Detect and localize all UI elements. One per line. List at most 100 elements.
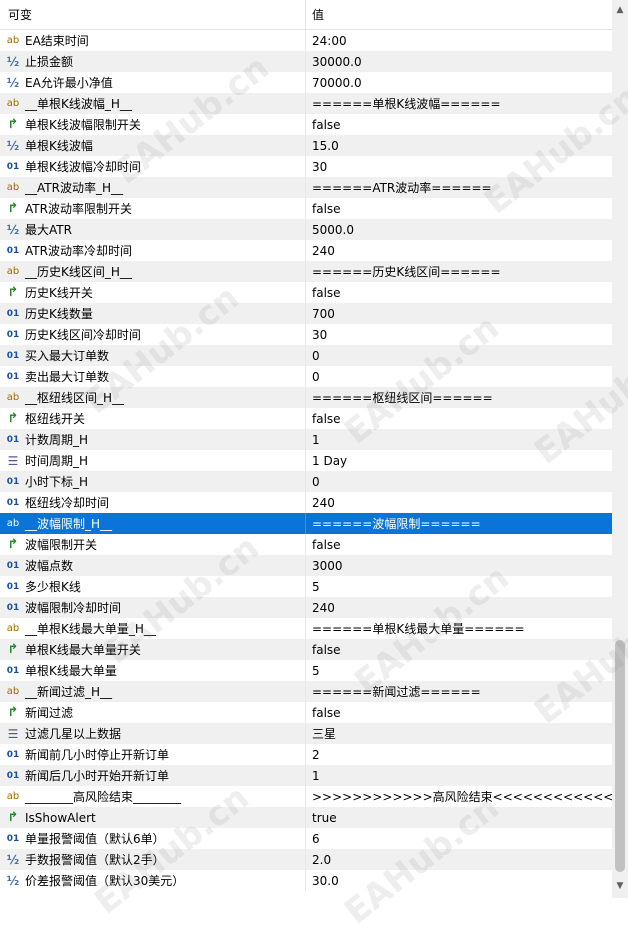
property-name-cell[interactable]: ½ 价差报警阈值（默认30美元） [0, 870, 306, 891]
property-name-cell[interactable]: ab __单根K线最大单量_H__ [0, 618, 306, 639]
vertical-scrollbar[interactable]: ▲ ▼ [612, 0, 628, 898]
property-name-cell[interactable]: ☰ 过滤几星以上数据 [0, 723, 306, 744]
property-row[interactable]: 01 波幅点数 3000 [0, 555, 612, 576]
property-name-cell[interactable]: 01 单量报警阈值（默认6单） [0, 828, 306, 849]
property-name-cell[interactable]: 01 卖出最大订单数 [0, 366, 306, 387]
property-row[interactable]: ↱ 历史K线开关 false [0, 282, 612, 303]
property-name-cell[interactable]: ½ 手数报警阈值（默认2手） [0, 849, 306, 870]
property-value-cell[interactable]: ======单根K线最大单量====== [306, 618, 612, 639]
property-row[interactable]: ab EA结束时间 24:00 [0, 30, 612, 51]
property-value-cell[interactable]: 30 [306, 324, 612, 345]
property-name-cell[interactable]: ↱ 单根K线波幅限制开关 [0, 114, 306, 135]
property-name-cell[interactable]: ↱ 历史K线开关 [0, 282, 306, 303]
property-name-cell[interactable]: 01 新闻后几小时开始开新订单 [0, 765, 306, 786]
property-row[interactable]: 01 枢纽线冷却时间 240 [0, 492, 612, 513]
property-name-cell[interactable]: 01 枢纽线冷却时间 [0, 492, 306, 513]
property-value-cell[interactable]: ======ATR波动率====== [306, 177, 612, 198]
property-value-cell[interactable]: 30.0 [306, 870, 612, 891]
property-value-cell[interactable]: 5000.0 [306, 219, 612, 240]
property-name-cell[interactable]: 01 小时下标_H [0, 471, 306, 492]
property-name-cell[interactable]: 01 历史K线数量 [0, 303, 306, 324]
property-name-cell[interactable]: ½ 单根K线波幅 [0, 135, 306, 156]
property-value-cell[interactable]: 700 [306, 303, 612, 324]
property-row[interactable]: 01 新闻后几小时开始开新订单 1 [0, 765, 612, 786]
property-value-cell[interactable]: false [306, 198, 612, 219]
property-value-cell[interactable]: 15.0 [306, 135, 612, 156]
property-name-cell[interactable]: ab ________高风险结束________ [0, 786, 306, 807]
property-name-cell[interactable]: ½ 止损金额 [0, 51, 306, 72]
property-value-cell[interactable]: 1 [306, 765, 612, 786]
property-name-cell[interactable]: ↱ 波幅限制开关 [0, 534, 306, 555]
property-row[interactable]: ½ 最大ATR 5000.0 [0, 219, 612, 240]
property-name-cell[interactable]: 01 波幅点数 [0, 555, 306, 576]
property-name-cell[interactable]: 01 多少根K线 [0, 576, 306, 597]
property-name-cell[interactable]: 01 波幅限制冷却时间 [0, 597, 306, 618]
property-row[interactable]: ab __新闻过滤_H__ ======新闻过滤====== [0, 681, 612, 702]
property-row[interactable]: ab __历史K线区间_H__ ======历史K线区间====== [0, 261, 612, 282]
property-row[interactable]: 01 卖出最大订单数 0 [0, 366, 612, 387]
property-row[interactable]: ↱ 枢纽线开关 false [0, 408, 612, 429]
property-row[interactable]: ½ 价差报警阈值（默认30美元） 30.0 [0, 870, 612, 891]
property-row[interactable]: 01 新闻前几小时停止开新订单 2 [0, 744, 612, 765]
property-row[interactable]: ↱ 单根K线最大单量开关 false [0, 639, 612, 660]
property-value-cell[interactable]: 24:00 [306, 30, 612, 51]
property-value-cell[interactable]: 6 [306, 828, 612, 849]
property-row[interactable]: 01 历史K线区间冷却时间 30 [0, 324, 612, 345]
property-name-cell[interactable]: ab __单根K线波幅_H__ [0, 93, 306, 114]
property-value-cell[interactable]: 2 [306, 744, 612, 765]
property-row[interactable]: ½ 单根K线波幅 15.0 [0, 135, 612, 156]
property-name-cell[interactable]: ↱ 单根K线最大单量开关 [0, 639, 306, 660]
property-row[interactable]: ab __波幅限制_H__ ======波幅限制====== [0, 513, 612, 534]
property-row[interactable]: ↱ 波幅限制开关 false [0, 534, 612, 555]
property-name-cell[interactable]: ½ EA允许最小净值 [0, 72, 306, 93]
property-row[interactable]: 01 历史K线数量 700 [0, 303, 612, 324]
property-row[interactable]: 01 单根K线波幅冷却时间 30 [0, 156, 612, 177]
property-row[interactable]: ☰ 时间周期_H 1 Day [0, 450, 612, 471]
property-value-cell[interactable]: ======单根K线波幅====== [306, 93, 612, 114]
property-value-cell[interactable]: false [306, 282, 612, 303]
property-value-cell[interactable]: 240 [306, 492, 612, 513]
property-name-cell[interactable]: 01 单根K线波幅冷却时间 [0, 156, 306, 177]
property-row[interactable]: 01 计数周期_H 1 [0, 429, 612, 450]
property-row[interactable]: ab __枢纽线区间_H__ ======枢纽线区间====== [0, 387, 612, 408]
property-row[interactable]: ½ EA允许最小净值 70000.0 [0, 72, 612, 93]
property-row[interactable]: ↱ 单根K线波幅限制开关 false [0, 114, 612, 135]
property-row[interactable]: 01 小时下标_H 0 [0, 471, 612, 492]
property-value-cell[interactable]: 0 [306, 471, 612, 492]
property-value-cell[interactable]: ======波幅限制====== [306, 513, 612, 534]
property-row[interactable]: ½ 止损金额 30000.0 [0, 51, 612, 72]
property-value-cell[interactable]: 2.0 [306, 849, 612, 870]
property-value-cell[interactable]: false [306, 408, 612, 429]
property-value-cell[interactable]: 三星 [306, 723, 612, 744]
property-value-cell[interactable]: ======新闻过滤====== [306, 681, 612, 702]
property-value-cell[interactable]: false [306, 534, 612, 555]
property-value-cell[interactable]: false [306, 114, 612, 135]
property-name-cell[interactable]: ab __枢纽线区间_H__ [0, 387, 306, 408]
property-name-cell[interactable]: ↱ 新闻过滤 [0, 702, 306, 723]
property-name-cell[interactable]: ab __新闻过滤_H__ [0, 681, 306, 702]
property-value-cell[interactable]: ======历史K线区间====== [306, 261, 612, 282]
property-name-cell[interactable]: ☰ 时间周期_H [0, 450, 306, 471]
property-value-cell[interactable]: false [306, 639, 612, 660]
property-value-cell[interactable]: 30 [306, 156, 612, 177]
property-value-cell[interactable]: 0 [306, 345, 612, 366]
property-row[interactable]: 01 单根K线最大单量 5 [0, 660, 612, 681]
scroll-up-arrow-icon[interactable]: ▲ [612, 2, 628, 18]
property-name-cell[interactable]: ab __波幅限制_H__ [0, 513, 306, 534]
property-name-cell[interactable]: 01 历史K线区间冷却时间 [0, 324, 306, 345]
property-value-cell[interactable]: 5 [306, 576, 612, 597]
property-name-cell[interactable]: ↱ ATR波动率限制开关 [0, 198, 306, 219]
property-row[interactable]: 01 波幅限制冷却时间 240 [0, 597, 612, 618]
property-row[interactable]: ↱ 新闻过滤 false [0, 702, 612, 723]
property-row[interactable]: 01 ATR波动率冷却时间 240 [0, 240, 612, 261]
property-value-cell[interactable]: 1 [306, 429, 612, 450]
property-name-cell[interactable]: 01 新闻前几小时停止开新订单 [0, 744, 306, 765]
property-name-cell[interactable]: ↱ IsShowAlert [0, 807, 306, 828]
property-row[interactable]: ab ________高风险结束________ >>>>>>>>>>>>高风险结束… [0, 786, 612, 807]
property-value-cell[interactable]: false [306, 702, 612, 723]
property-row[interactable]: 01 买入最大订单数 0 [0, 345, 612, 366]
property-value-cell[interactable]: 240 [306, 240, 612, 261]
property-row[interactable]: ½ 手数报警阈值（默认2手） 2.0 [0, 849, 612, 870]
property-name-cell[interactable]: 01 单根K线最大单量 [0, 660, 306, 681]
scroll-down-arrow-icon[interactable]: ▼ [612, 878, 628, 894]
